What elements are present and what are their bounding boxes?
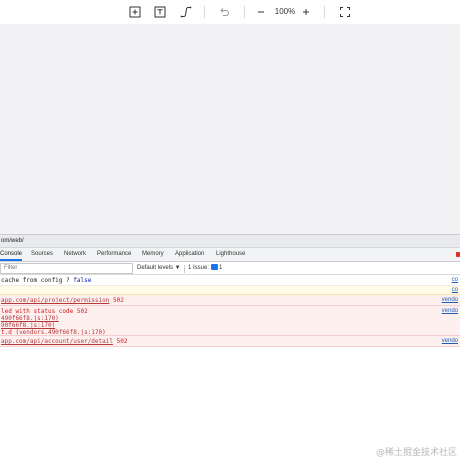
filter-input[interactable]: Filter <box>0 263 133 274</box>
toolbar-divider <box>324 6 325 18</box>
devtools-url: om/web/ <box>0 234 460 248</box>
console-error-row: led with status code 502 490f66f8.js:170… <box>0 306 460 336</box>
stack-frame-suffix: ) <box>102 329 106 336</box>
design-canvas[interactable] <box>0 24 460 234</box>
levels-dropdown[interactable]: Default levels ▼ <box>137 262 181 275</box>
top-toolbar: 100% <box>0 0 460 24</box>
zoom-in-icon[interactable] <box>299 5 313 19</box>
tab-application[interactable]: Application <box>175 248 204 261</box>
console-warning-row: co <box>0 286 460 295</box>
devtools-tabs: Console Sources Network Performance Memo… <box>0 248 460 262</box>
issues-label: 1 Issue: <box>188 265 210 271</box>
watermark: @稀土掘金技术社区 <box>375 448 457 458</box>
log-source-link[interactable]: co <box>452 277 458 283</box>
filter-divider <box>184 265 185 273</box>
issues-count: 1 <box>219 265 223 271</box>
log-source-link[interactable]: vendo <box>442 297 458 303</box>
zoom-out-icon[interactable] <box>254 5 268 19</box>
console-filter-bar: Filter Default levels ▼ 1 Issue: 1 <box>0 262 460 275</box>
stack-frame-prefix: t.d ( <box>1 329 20 336</box>
text-tool-icon[interactable] <box>153 5 167 19</box>
undo-icon[interactable] <box>217 5 231 19</box>
error-status-code: 502 <box>116 338 128 345</box>
add-frame-icon[interactable] <box>128 5 142 19</box>
error-url-link[interactable]: app.com/api/project/permission <box>1 297 109 304</box>
tab-sources[interactable]: Sources <box>31 248 53 261</box>
log-text: cache from config ? <box>1 277 74 284</box>
issues-button[interactable]: 1 Issue: 1 <box>188 263 222 274</box>
log-value: false <box>73 277 92 284</box>
log-source-link[interactable]: vendo <box>442 308 458 314</box>
stack-frame-link[interactable]: vendors.490f66f8.js:170 <box>19 329 102 335</box>
tab-console[interactable]: Console <box>0 248 23 261</box>
console-error-row: app.com/api/project/permission 502 vendo <box>0 295 460 306</box>
tab-network[interactable]: Network <box>64 248 86 261</box>
toolbar-divider <box>204 6 205 18</box>
stack-frame-link[interactable]: 490f66f8.js:170) <box>1 315 59 322</box>
devtools-panel: om/web/ Console Sources Network Performa… <box>0 234 460 460</box>
toolbar-divider <box>244 6 245 18</box>
error-url-link[interactable]: app.com/api/account/user/detail <box>1 338 113 345</box>
page: 100% om/web/ Console Sources Network Per… <box>0 0 460 460</box>
zoom-level[interactable]: 100% <box>272 5 298 19</box>
console-log-row: cache from config ? false co <box>0 275 460 286</box>
error-count-icon[interactable] <box>456 252 460 257</box>
tab-lighthouse[interactable]: Lighthouse <box>216 248 245 261</box>
tab-performance[interactable]: Performance <box>97 248 131 261</box>
tab-memory[interactable]: Memory <box>142 248 164 261</box>
stack-frame-link[interactable]: 90f66f8.js:170) <box>1 322 55 329</box>
issue-flag-icon <box>211 264 219 271</box>
console-error-row: app.com/api/account/user/detail 502 vend… <box>0 336 460 347</box>
log-source-link[interactable]: vendo <box>442 338 458 344</box>
connector-icon[interactable] <box>179 5 193 19</box>
error-message: led with status code 502 <box>1 308 88 315</box>
log-source-link[interactable]: co <box>452 287 458 293</box>
fullscreen-icon[interactable] <box>338 5 352 19</box>
error-status-code: 502 <box>113 297 124 304</box>
